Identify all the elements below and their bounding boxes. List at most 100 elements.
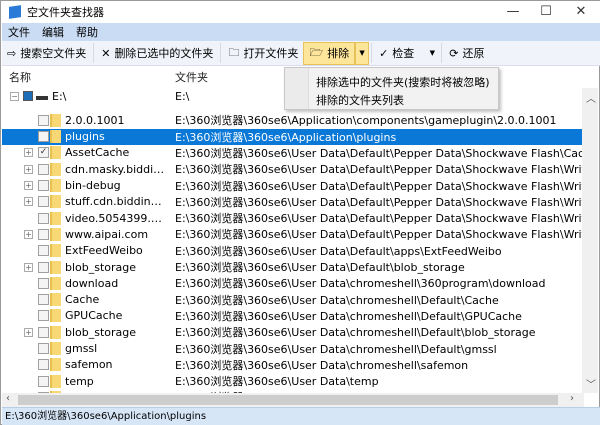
folder-name: temp	[65, 374, 94, 388]
vertical-scrollbar[interactable]: ︿ ﹀	[582, 88, 598, 393]
row-checkbox[interactable]	[38, 294, 49, 306]
tree-row[interactable]: ExtFeedWeibo E:\360浏览器\360se6\User Data\D…	[2, 243, 584, 259]
folder-icon	[50, 358, 61, 372]
close-button[interactable]: ✕	[561, 1, 600, 23]
menu-gutter	[285, 68, 309, 109]
row-checkbox[interactable]	[38, 180, 49, 191]
scroll-thumb[interactable]	[18, 395, 558, 405]
folder-path: E:\360浏览器\360se6\User Data\Default\blob_…	[175, 261, 465, 274]
drive-bar-icon	[36, 96, 48, 100]
row-checkbox[interactable]	[38, 261, 49, 273]
folder-name: AssetCache	[65, 146, 130, 160]
folder-icon	[50, 211, 61, 225]
row-checkbox[interactable]	[38, 310, 49, 322]
row-checkbox[interactable]	[38, 326, 49, 338]
folder-name: blob_storage	[65, 260, 137, 274]
tree-row[interactable]: safemon E:\360浏览器\360se6\User Data\chrome…	[2, 357, 584, 373]
maximize-button[interactable]: ☐	[526, 1, 566, 23]
row-checkbox[interactable]	[38, 196, 49, 208]
search-button[interactable]: ⇨ 搜索空文件夹	[2, 42, 91, 65]
row-checkbox[interactable]	[38, 343, 49, 354]
row-checkbox[interactable]	[38, 228, 49, 240]
folder-name: Cache	[65, 293, 100, 307]
check-dropdown-button[interactable]: ▼	[425, 42, 439, 65]
row-checkbox[interactable]	[38, 212, 49, 224]
check-button[interactable]: ✓ 检查	[374, 42, 419, 65]
tree-row[interactable]: Cache E:\360浏览器\360se6\User Data\chromesh…	[2, 292, 584, 308]
expand-icon[interactable]: +	[24, 262, 33, 272]
column-folder-header[interactable]: 文件夹	[175, 69, 208, 85]
tree-row[interactable]: plugins E:\360浏览器\360se6\Application\plug…	[2, 128, 584, 145]
folder-path: E:\360浏览器\360se6\User Data\chromeshell\D…	[175, 293, 499, 307]
expand-icon[interactable]: +	[24, 148, 33, 158]
expand-icon[interactable]: +	[24, 197, 33, 207]
separator	[220, 43, 222, 63]
folder-icon	[50, 113, 61, 127]
menu-edit[interactable]: 编辑	[36, 24, 70, 40]
folder-name: video.5054399.com	[65, 211, 167, 225]
tree-row[interactable]: + bin-debug E:\360浏览器\360se6\User Data\Def…	[2, 178, 584, 194]
scroll-up-icon[interactable]: ︿	[586, 90, 596, 105]
column-name-header[interactable]: 名称	[9, 69, 31, 85]
menu-item-excluded-list[interactable]: 排除的文件夹列表	[316, 92, 404, 108]
checkmark-icon: ✓	[379, 46, 389, 60]
menu-help[interactable]: 帮助	[70, 24, 104, 40]
folder-name: ExtFeedWeibo	[65, 244, 143, 258]
folder-name: www.aipai.com	[65, 227, 149, 241]
exclude-button[interactable]: 🗁 排除	[303, 41, 356, 65]
tree-row[interactable]: GPUCache E:\360浏览器\360se6\User Data\chrom…	[2, 308, 584, 324]
expand-icon[interactable]: +	[24, 327, 33, 337]
chevron-down-icon: ▼	[359, 49, 365, 57]
menu-file[interactable]: 文件	[2, 24, 36, 40]
folder-icon	[50, 244, 61, 258]
tree-row[interactable]: + stuff.cdn.biddingx.... E:\360浏览器\360se6\…	[2, 194, 584, 210]
row-checkbox[interactable]: ✓	[38, 147, 49, 159]
folder-icon	[50, 195, 61, 209]
open-folder-button[interactable]: 🗀 打开文件夹	[223, 42, 303, 65]
delete-button[interactable]: ✕ 删除已选中的文件夹	[96, 42, 218, 65]
row-checkbox[interactable]	[38, 375, 49, 387]
row-checkbox[interactable]	[38, 114, 49, 126]
expand-icon[interactable]: +	[24, 164, 33, 174]
exclude-dropdown-button[interactable]: ▼	[355, 41, 370, 65]
folder-name: gmssl	[65, 342, 98, 355]
folder-name: plugins	[65, 130, 105, 144]
folder-path: E:\360浏览器\360se6\Application\components\…	[175, 114, 557, 128]
row-checkbox[interactable]	[38, 277, 49, 289]
menu-item-exclude-selected[interactable]: 排除选中的文件夹(搜索时将被忽略)	[316, 74, 490, 90]
folder-path: E:\360浏览器\360se6\User Data\Default\Peppe…	[175, 146, 584, 160]
folder-path: E:\360浏览器\360se6\User Data\chromeshell\D…	[175, 309, 522, 323]
restore-button[interactable]: ⟳ 还原	[444, 42, 489, 65]
tree-row[interactable]: gmssl E:\360浏览器\360se6\User Data\chromesh…	[2, 341, 584, 357]
arrow-right-icon: ⇨	[7, 46, 17, 60]
row-checkbox[interactable]	[38, 131, 49, 143]
expand-icon[interactable]: +	[24, 181, 33, 190]
row-checkbox[interactable]	[38, 163, 49, 175]
scroll-down-icon[interactable]: ﹀	[586, 376, 596, 391]
tree-row[interactable]: temp E:\360浏览器\360se6\User Data\temp	[2, 373, 584, 389]
row-checkbox[interactable]	[38, 245, 49, 257]
folder-icon	[50, 325, 61, 339]
tree-row[interactable]: 2.0.0.1001 E:\360浏览器\360se6\Application\c…	[2, 112, 584, 128]
tree-row[interactable]: + www.aipai.com E:\360浏览器\360se6\User Data…	[2, 226, 584, 242]
tree-row[interactable]: + blob_storage E:\360浏览器\360se6\User Data\…	[2, 259, 584, 275]
tree-row[interactable]: + cdn.masky.bidding... E:\360浏览器\360se6\Us…	[2, 161, 584, 177]
folder-icon	[50, 227, 61, 241]
folder-icon	[50, 162, 61, 176]
tree-row[interactable]: + blob_storage E:\360浏览器\360se6\User Data\…	[2, 324, 584, 340]
folder-path: E:\360浏览器\360se6\User Data\chromeshell\3…	[175, 277, 546, 291]
tree-row[interactable]: download E:\360浏览器\360se6\User Data\chrom…	[2, 275, 584, 291]
tree-row[interactable]: + ✓ AssetCache E:\360浏览器\360se6\User Data\D…	[2, 145, 584, 161]
collapse-icon[interactable]: −	[10, 91, 19, 101]
folder-path: E:\360浏览器\360se6\User Data\Default\Peppe…	[175, 228, 584, 242]
folder-name: 2.0.0.1001	[65, 113, 125, 127]
tree-row[interactable]: video.5054399.com E:\360浏览器\360se6\User D…	[2, 210, 584, 226]
expand-icon[interactable]: +	[24, 229, 33, 239]
scroll-left-icon[interactable]: ‹	[6, 393, 10, 404]
row-checkbox[interactable]	[38, 359, 49, 371]
horizontal-scrollbar[interactable]: ‹ ›	[2, 393, 584, 407]
root-name: E:\	[52, 89, 67, 103]
app-window: 空文件夹查找器 — ☐ ✕ 文件 编辑 帮助 ⇨ 搜索空文件夹 ✕ 删除已选中的文件…	[0, 0, 600, 425]
scroll-right-icon[interactable]: ›	[570, 393, 574, 404]
status-bar: E:\360浏览器\360se6\Application\plugins	[2, 407, 600, 425]
